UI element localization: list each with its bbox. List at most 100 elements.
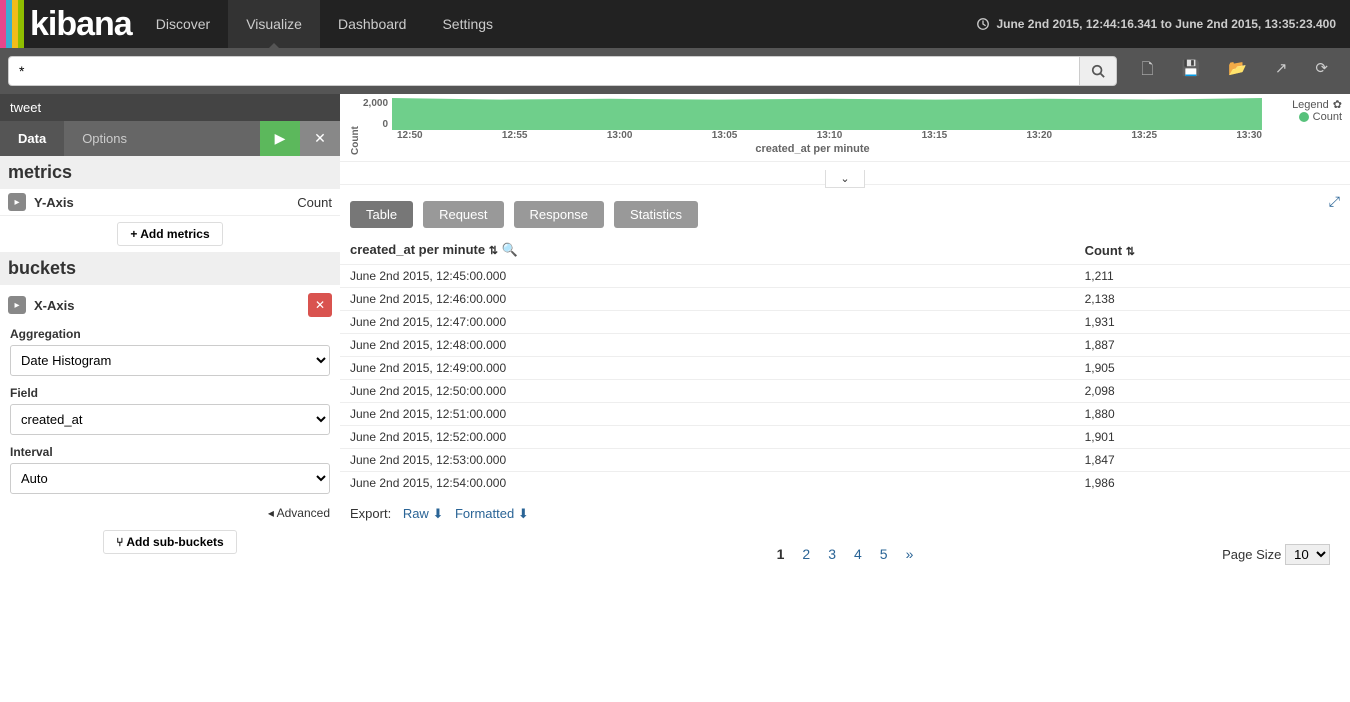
discard-button[interactable]: ✕ bbox=[300, 121, 340, 156]
page-size: Page Size 10 bbox=[1222, 544, 1330, 565]
export-row: Export: Raw ⬇ Formatted ⬇ bbox=[340, 494, 1350, 534]
logo: kibana bbox=[0, 0, 138, 48]
logo-stripes bbox=[0, 0, 24, 48]
cell-count: 1,986 bbox=[1075, 472, 1350, 495]
index-title: tweet bbox=[0, 94, 340, 121]
apply-button[interactable]: ▶ bbox=[260, 121, 300, 156]
share-icon[interactable]: ↗ bbox=[1275, 59, 1288, 84]
nav-settings[interactable]: Settings bbox=[424, 0, 511, 48]
time-range-picker[interactable]: June 2nd 2015, 12:44:16.341 to June 2nd … bbox=[962, 0, 1350, 48]
x-tick: 12:55 bbox=[502, 130, 528, 141]
expand-icon[interactable]: ⤢ bbox=[1329, 193, 1340, 210]
cell-time: June 2nd 2015, 12:53:00.000 bbox=[340, 449, 1075, 472]
x-tick: 13:20 bbox=[1027, 130, 1053, 141]
nav-visualize[interactable]: Visualize bbox=[228, 0, 320, 48]
add-metrics-row: + Add metrics bbox=[0, 216, 340, 252]
result-tab-response[interactable]: Response bbox=[514, 201, 605, 228]
result-tab-request[interactable]: Request bbox=[423, 201, 503, 228]
cell-time: June 2nd 2015, 12:45:00.000 bbox=[340, 265, 1075, 288]
legend-item[interactable]: Count bbox=[1262, 111, 1342, 123]
col-count[interactable]: Count ⇅ bbox=[1075, 236, 1350, 265]
sort-icon: ⇅ bbox=[489, 245, 498, 257]
metrics-header: metrics bbox=[0, 156, 340, 189]
tab-data[interactable]: Data bbox=[0, 121, 64, 156]
page-5[interactable]: 5 bbox=[880, 546, 888, 562]
gear-icon: ✿ bbox=[1333, 98, 1342, 111]
add-sub-buckets-button[interactable]: ⑂ Add sub-buckets bbox=[103, 530, 236, 554]
data-table: created_at per minute ⇅ 🔍 Count ⇅ June 2… bbox=[340, 236, 1350, 494]
chart-y-label: Count bbox=[348, 98, 363, 155]
interval-select[interactable]: Auto bbox=[10, 463, 330, 494]
table-row: June 2nd 2015, 12:45:00.0001,211 bbox=[340, 265, 1350, 288]
page-4[interactable]: 4 bbox=[854, 546, 862, 562]
field-select[interactable]: created_at bbox=[10, 404, 330, 435]
save-icon[interactable]: 💾 bbox=[1181, 59, 1200, 84]
pager: 1 2 3 4 5 » bbox=[777, 546, 914, 562]
x-tick: 13:10 bbox=[817, 130, 843, 141]
expand-toggle[interactable]: ▸ bbox=[8, 193, 26, 211]
xaxis-label: X-Axis bbox=[34, 298, 308, 313]
export-formatted-link[interactable]: Formatted ⬇ bbox=[455, 506, 529, 521]
search-button[interactable] bbox=[1079, 56, 1117, 86]
sort-icon: ⇅ bbox=[1126, 246, 1135, 258]
advanced-toggle[interactable]: ◂ Advanced bbox=[0, 502, 340, 524]
legend-toggle[interactable]: Legend ✿ bbox=[1262, 98, 1342, 111]
x-tick: 13:15 bbox=[922, 130, 948, 141]
export-raw-link[interactable]: Raw ⬇ bbox=[403, 506, 444, 521]
refresh-icon[interactable]: ⟳ bbox=[1315, 59, 1328, 84]
new-icon[interactable]: 🗋 bbox=[1141, 59, 1153, 84]
nav-dashboard[interactable]: Dashboard bbox=[320, 0, 425, 48]
nav-discover[interactable]: Discover bbox=[138, 0, 228, 48]
config-sidebar: tweet DataOptions ▶ ✕ metrics ▸ Y-Axis C… bbox=[0, 94, 340, 584]
table-row: June 2nd 2015, 12:49:00.0001,905 bbox=[340, 357, 1350, 380]
query-group bbox=[8, 56, 1117, 86]
y-ticks: 2,0000 bbox=[363, 98, 392, 130]
x-tick: 13:05 bbox=[712, 130, 738, 141]
result-tab-statistics[interactable]: Statistics bbox=[614, 201, 698, 228]
open-icon[interactable]: 📂 bbox=[1228, 59, 1247, 84]
interval-label: Interval bbox=[0, 443, 340, 461]
cell-count: 1,905 bbox=[1075, 357, 1350, 380]
tab-options[interactable]: Options bbox=[64, 121, 145, 156]
area-chart[interactable] bbox=[392, 98, 1262, 130]
table-row: June 2nd 2015, 12:52:00.0001,901 bbox=[340, 426, 1350, 449]
filter-icon[interactable]: 🔍 bbox=[502, 242, 518, 257]
remove-bucket-button[interactable]: ✕ bbox=[308, 293, 332, 317]
x-tick: 13:00 bbox=[607, 130, 633, 141]
cell-time: June 2nd 2015, 12:52:00.000 bbox=[340, 426, 1075, 449]
config-tabs: DataOptions ▶ ✕ bbox=[0, 121, 340, 156]
agg-label: Aggregation bbox=[0, 325, 340, 343]
page-size-label: Page Size bbox=[1222, 547, 1281, 562]
col-created-at[interactable]: created_at per minute ⇅ 🔍 bbox=[340, 236, 1075, 265]
query-bar: 🗋 💾 📂 ↗ ⟳ bbox=[0, 48, 1350, 94]
page-1[interactable]: 1 bbox=[777, 546, 785, 562]
cell-count: 1,931 bbox=[1075, 311, 1350, 334]
query-input[interactable] bbox=[8, 56, 1079, 86]
search-icon bbox=[1091, 64, 1105, 78]
table-row: June 2nd 2015, 12:47:00.0001,931 bbox=[340, 311, 1350, 334]
cell-count: 1,880 bbox=[1075, 403, 1350, 426]
table-row: June 2nd 2015, 12:54:00.0001,986 bbox=[340, 472, 1350, 495]
aggregation-select[interactable]: Date Histogram bbox=[10, 345, 330, 376]
chart-x-title: created_at per minute bbox=[363, 141, 1262, 155]
page-size-select[interactable]: 10 bbox=[1285, 544, 1330, 565]
page-»[interactable]: » bbox=[906, 546, 914, 562]
add-metrics-button[interactable]: + Add metrics bbox=[117, 222, 222, 246]
cell-time: June 2nd 2015, 12:49:00.000 bbox=[340, 357, 1075, 380]
cell-count: 1,901 bbox=[1075, 426, 1350, 449]
chart-collapse-row: ⌄ bbox=[340, 161, 1350, 185]
mini-chart: Count 2,0000 12:5012:5513:0013:0513:1013… bbox=[340, 94, 1350, 157]
cell-count: 1,847 bbox=[1075, 449, 1350, 472]
clock-icon bbox=[976, 17, 990, 31]
metrics-yaxis-row[interactable]: ▸ Y-Axis Count bbox=[0, 189, 340, 216]
cell-time: June 2nd 2015, 12:47:00.000 bbox=[340, 311, 1075, 334]
page-2[interactable]: 2 bbox=[802, 546, 810, 562]
table-row: June 2nd 2015, 12:51:00.0001,880 bbox=[340, 403, 1350, 426]
field-label: Field bbox=[0, 384, 340, 402]
time-range-text: June 2nd 2015, 12:44:16.341 to June 2nd … bbox=[996, 17, 1336, 31]
page-3[interactable]: 3 bbox=[828, 546, 836, 562]
chart-legend: Legend ✿ Count bbox=[1262, 98, 1342, 155]
top-navbar: kibana DiscoverVisualizeDashboardSetting… bbox=[0, 0, 1350, 48]
result-tab-table[interactable]: Table bbox=[350, 201, 413, 228]
expand-toggle[interactable]: ▸ bbox=[8, 296, 26, 314]
